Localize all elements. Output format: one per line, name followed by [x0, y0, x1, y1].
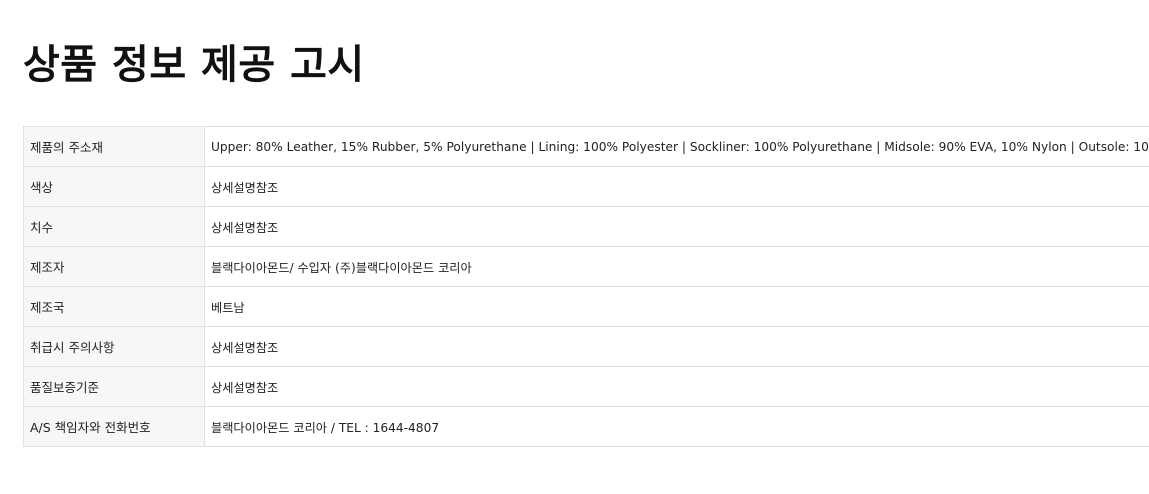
- table-row: 제품의 주소재 Upper: 80% Leather, 15% Rubber, …: [23, 126, 1149, 167]
- table-row: 제조국 베트남: [23, 286, 1149, 327]
- row-value: 블랙다이아몬드 코리아 / TEL : 1644-4807: [204, 406, 1149, 447]
- row-value: 베트남: [204, 286, 1149, 327]
- row-label: 치수: [23, 206, 205, 247]
- table-row: 취급시 주의사항 상세설명참조: [23, 326, 1149, 367]
- page-title: 상품 정보 제공 고시: [23, 42, 365, 88]
- row-label: 품질보증기준: [23, 366, 205, 407]
- row-value: 상세설명참조: [204, 206, 1149, 247]
- table-row: 품질보증기준 상세설명참조: [23, 366, 1149, 407]
- row-value: 상세설명참조: [204, 326, 1149, 367]
- row-value: 상세설명참조: [204, 166, 1149, 207]
- row-value: 블랙다이아몬드/ 수입자 (주)블랙다이아몬드 코리아: [204, 246, 1149, 287]
- row-value: Upper: 80% Leather, 15% Rubber, 5% Polyu…: [204, 126, 1149, 167]
- row-label: 제조국: [23, 286, 205, 327]
- product-info-table: 제품의 주소재 Upper: 80% Leather, 15% Rubber, …: [23, 126, 1149, 447]
- table-row: 치수 상세설명참조: [23, 206, 1149, 247]
- row-label: A/S 책임자와 전화번호: [23, 406, 205, 447]
- row-label: 취급시 주의사항: [23, 326, 205, 367]
- row-label: 제품의 주소재: [23, 126, 205, 167]
- row-label: 색상: [23, 166, 205, 207]
- row-label: 제조자: [23, 246, 205, 287]
- row-value: 상세설명참조: [204, 366, 1149, 407]
- table-row: 색상 상세설명참조: [23, 166, 1149, 207]
- table-row: 제조자 블랙다이아몬드/ 수입자 (주)블랙다이아몬드 코리아: [23, 246, 1149, 287]
- table-row: A/S 책임자와 전화번호 블랙다이아몬드 코리아 / TEL : 1644-4…: [23, 406, 1149, 447]
